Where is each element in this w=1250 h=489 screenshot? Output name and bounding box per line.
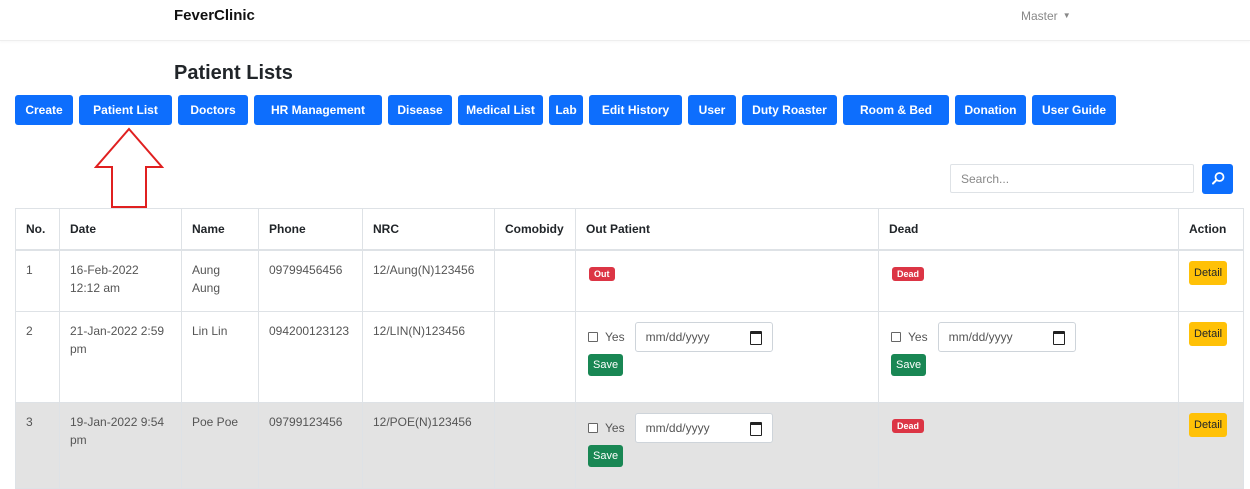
row-name: Aung Aung bbox=[181, 249, 259, 312]
row-date: 21-Jan-2022 2:59 pm bbox=[59, 311, 182, 403]
brand-logo[interactable]: FeverClinic bbox=[174, 7, 255, 24]
calendar-icon[interactable] bbox=[749, 331, 762, 345]
out-patient-cell: Out bbox=[575, 249, 879, 312]
row-date: 19-Jan-2022 9:54 pm bbox=[59, 402, 182, 489]
search-icon bbox=[1212, 172, 1225, 185]
dead-form: Yes mm/dd/yyyy bbox=[891, 322, 1168, 352]
caret-down-icon: ▼ bbox=[1062, 11, 1071, 20]
nav-user-guide-button[interactable]: User Guide bbox=[1032, 95, 1116, 125]
dead-cell: Yes mm/dd/yyyy Save bbox=[878, 311, 1179, 403]
out-patient-checkbox[interactable] bbox=[588, 332, 598, 342]
row-comobidy bbox=[494, 402, 576, 489]
user-menu-label: Master bbox=[1021, 9, 1058, 23]
save-button[interactable]: Save bbox=[588, 445, 624, 467]
column-header[interactable]: Comobidy bbox=[494, 208, 576, 251]
column-header[interactable]: Action bbox=[1178, 208, 1244, 251]
row-name: Poe Poe bbox=[181, 402, 259, 489]
table-row: 3 19-Jan-2022 9:54 pm Poe Poe 0979912345… bbox=[15, 402, 1244, 489]
column-header[interactable]: Date bbox=[59, 208, 182, 251]
top-navbar: FeverClinic Master ▼ bbox=[0, 0, 1250, 41]
nav-patient-list-button[interactable]: Patient List bbox=[79, 95, 172, 125]
row-nrc: 12/Aung(N)123456 bbox=[362, 249, 495, 312]
nav-duty-roaster-button[interactable]: Duty Roaster bbox=[742, 95, 837, 125]
nav-user-button[interactable]: User bbox=[688, 95, 736, 125]
nav-create-button[interactable]: Create bbox=[15, 95, 73, 125]
table-row: 2 21-Jan-2022 2:59 pm Lin Lin 0942001231… bbox=[15, 311, 1244, 403]
column-header[interactable]: No. bbox=[15, 208, 60, 251]
row-number: 2 bbox=[15, 311, 60, 403]
row-phone: 09799456456 bbox=[258, 249, 363, 312]
out-patient-cell: Yes mm/dd/yyyy Save bbox=[575, 311, 879, 403]
column-header[interactable]: Out Patient bbox=[575, 208, 879, 251]
column-header[interactable]: NRC bbox=[362, 208, 495, 251]
row-comobidy bbox=[494, 249, 576, 312]
out-date-input[interactable]: mm/dd/yyyy bbox=[634, 413, 773, 443]
dead-date-input[interactable]: mm/dd/yyyy bbox=[937, 322, 1076, 352]
column-header[interactable]: Name bbox=[181, 208, 259, 251]
detail-button[interactable]: Detail bbox=[1189, 413, 1228, 437]
nav-medical-list-button[interactable]: Medical List bbox=[458, 95, 543, 125]
nav-edit-history-button[interactable]: Edit History bbox=[589, 95, 682, 125]
out-patient-form: Yes mm/dd/yyyy bbox=[588, 413, 868, 443]
out-date-input[interactable]: mm/dd/yyyy bbox=[634, 322, 773, 352]
table-header-row: No. Date Name Phone NRC Comobidy Out Pat… bbox=[15, 208, 1244, 251]
dead-cell: Dead bbox=[878, 402, 1179, 489]
row-number: 3 bbox=[15, 402, 60, 489]
yes-label: Yes bbox=[908, 330, 928, 344]
nav-hr-management-button[interactable]: HR Management bbox=[254, 95, 382, 125]
row-nrc: 12/LIN(N)123456 bbox=[362, 311, 495, 403]
detail-button[interactable]: Detail bbox=[1189, 261, 1228, 285]
save-button[interactable]: Save bbox=[891, 354, 927, 376]
row-phone: 094200123123 bbox=[258, 311, 363, 403]
dead-badge: Dead bbox=[892, 419, 925, 433]
out-patient-form: Yes mm/dd/yyyy bbox=[588, 322, 868, 352]
save-button[interactable]: Save bbox=[588, 354, 624, 376]
action-cell: Detail bbox=[1178, 311, 1244, 403]
nav-disease-button[interactable]: Disease bbox=[388, 95, 452, 125]
search-button[interactable] bbox=[1202, 164, 1233, 194]
row-date: 16-Feb-2022 12:12 am bbox=[59, 249, 182, 312]
date-placeholder: mm/dd/yyyy bbox=[948, 330, 1013, 344]
patient-table: No. Date Name Phone NRC Comobidy Out Pat… bbox=[15, 208, 1244, 489]
row-nrc: 12/POE(N)123456 bbox=[362, 402, 495, 489]
out-badge: Out bbox=[589, 267, 615, 281]
nav-room-bed-button[interactable]: Room & Bed bbox=[843, 95, 949, 125]
date-placeholder: mm/dd/yyyy bbox=[645, 421, 710, 435]
nav-donation-button[interactable]: Donation bbox=[955, 95, 1026, 125]
page-title: Patient Lists bbox=[174, 62, 293, 84]
dead-checkbox[interactable] bbox=[891, 332, 901, 342]
column-header[interactable]: Phone bbox=[258, 208, 363, 251]
calendar-icon[interactable] bbox=[1052, 331, 1065, 345]
calendar-icon[interactable] bbox=[749, 422, 762, 436]
out-patient-checkbox[interactable] bbox=[588, 423, 598, 433]
row-number: 1 bbox=[15, 249, 60, 312]
action-cell: Detail bbox=[1178, 249, 1244, 312]
yes-label: Yes bbox=[605, 330, 625, 344]
nav-doctors-button[interactable]: Doctors bbox=[178, 95, 248, 125]
dead-cell: Dead bbox=[878, 249, 1179, 312]
user-menu-dropdown[interactable]: Master ▼ bbox=[1021, 9, 1071, 23]
action-cell: Detail bbox=[1178, 402, 1244, 489]
nav-lab-button[interactable]: Lab bbox=[549, 95, 583, 125]
date-placeholder: mm/dd/yyyy bbox=[645, 330, 710, 344]
column-header[interactable]: Dead bbox=[878, 208, 1179, 251]
row-phone: 09799123456 bbox=[258, 402, 363, 489]
yes-label: Yes bbox=[605, 421, 625, 435]
detail-button[interactable]: Detail bbox=[1189, 322, 1228, 346]
row-name: Lin Lin bbox=[181, 311, 259, 403]
dead-badge: Dead bbox=[892, 267, 925, 281]
search-input[interactable] bbox=[950, 164, 1194, 193]
row-comobidy bbox=[494, 311, 576, 403]
out-patient-cell: Yes mm/dd/yyyy Save bbox=[575, 402, 879, 489]
table-row: 1 16-Feb-2022 12:12 am Aung Aung 0979945… bbox=[15, 249, 1244, 312]
annotation-arrow-icon bbox=[94, 127, 164, 208]
